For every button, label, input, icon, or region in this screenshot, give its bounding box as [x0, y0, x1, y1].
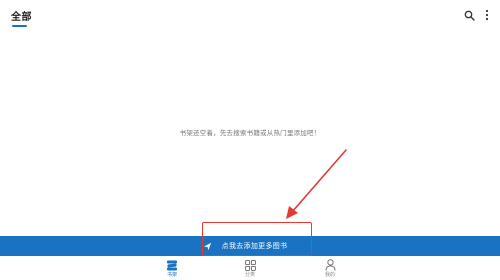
- nav-label-category: 分类: [244, 272, 255, 278]
- empty-state-message: 书架还空着，先去搜索书籍或从热门里添加吧！: [179, 129, 321, 137]
- add-books-button-content: 点我去添加更多图书: [203, 241, 288, 251]
- top-bar: 全部: [0, 0, 500, 30]
- add-books-label: 点我去添加更多图书: [221, 242, 288, 250]
- search-icon[interactable]: [462, 7, 476, 23]
- bookshelf-icon: [166, 259, 178, 271]
- nav-label-mine: 我的: [324, 272, 335, 278]
- person-icon: [324, 259, 336, 271]
- grid-icon: [244, 259, 256, 271]
- tab-all-indicator: [12, 25, 27, 27]
- nav-item-mine[interactable]: 我的: [315, 259, 345, 278]
- more-vert-icon[interactable]: [480, 7, 494, 23]
- nav-item-bookshelf[interactable]: 书架: [157, 259, 187, 278]
- nav-item-category[interactable]: 分类: [235, 259, 265, 278]
- paper-plane-icon: [203, 242, 212, 251]
- bottom-navigation: 书架 分类 我的: [0, 257, 500, 280]
- nav-label-bookshelf: 书架: [166, 272, 177, 278]
- add-books-button[interactable]: 点我去添加更多图书: [0, 236, 500, 256]
- tab-all[interactable]: 全部: [11, 8, 32, 23]
- app-screen: 全部 书架还空着，先去搜索书籍或从热门里添加吧！ 点我去添加更多图书 书架 分类…: [0, 0, 500, 280]
